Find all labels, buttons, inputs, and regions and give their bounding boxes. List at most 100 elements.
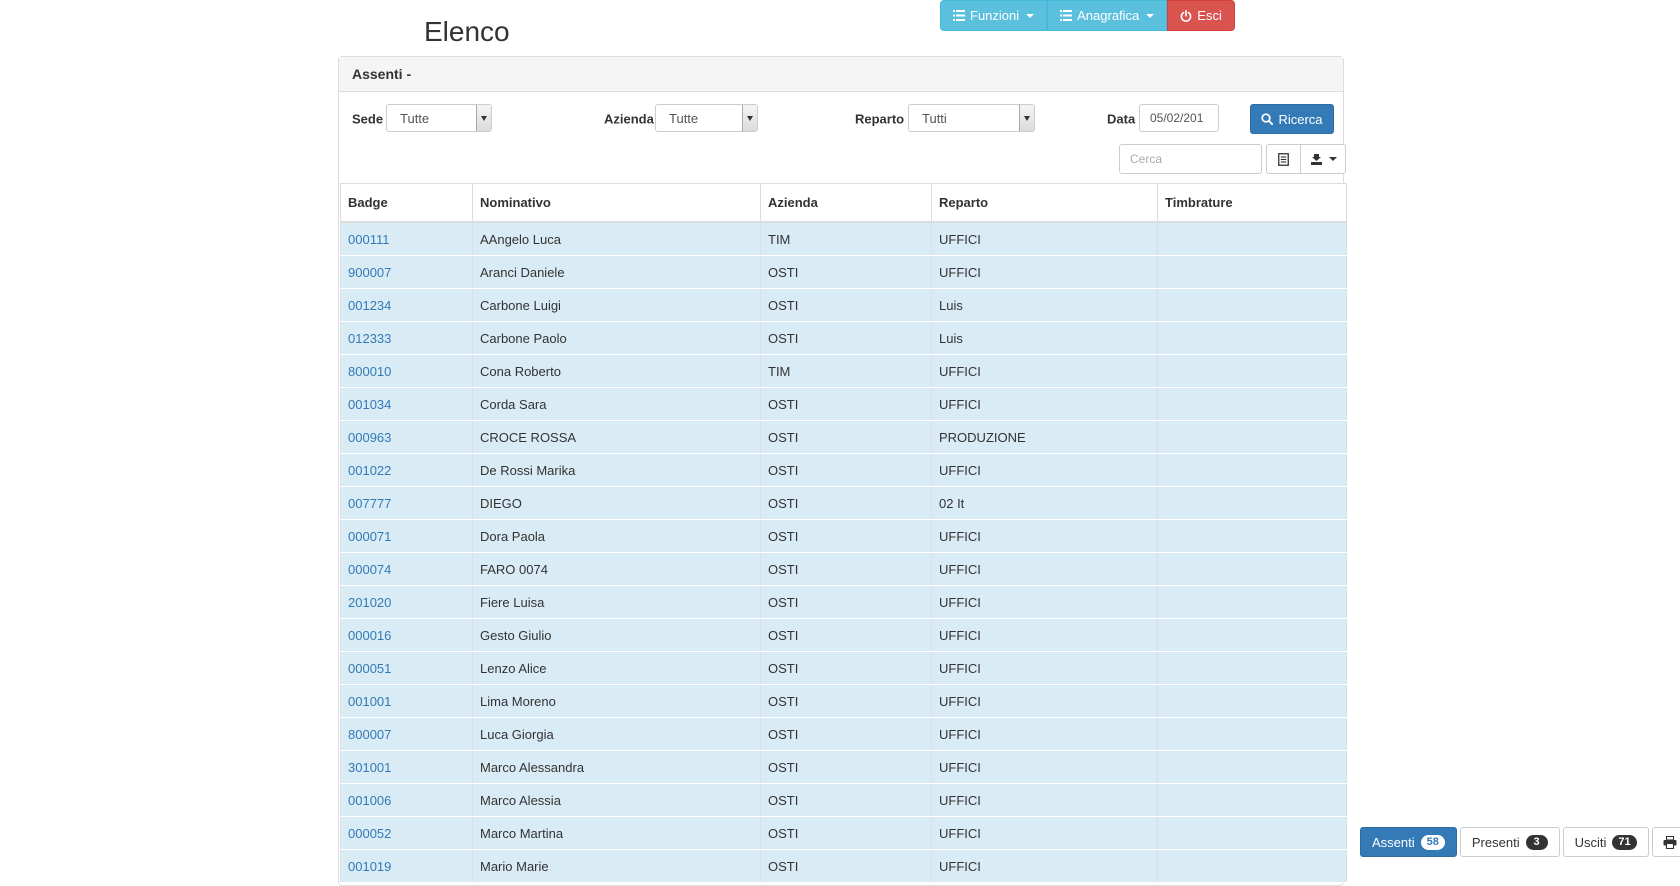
- badge-link[interactable]: 000052: [348, 826, 391, 841]
- sede-label: Sede: [352, 111, 384, 127]
- badge-link[interactable]: 000071: [348, 529, 391, 544]
- badge-link[interactable]: 900007: [348, 265, 391, 280]
- cell-timbrature: [1157, 222, 1347, 256]
- badge-link[interactable]: 012333: [348, 331, 391, 346]
- usciti-tab-button[interactable]: Usciti 71: [1562, 827, 1649, 857]
- table-row[interactable]: 001019 Mario Marie OSTI UFFICI: [340, 849, 1347, 883]
- cell-nominativo: Marco Alessia: [472, 783, 761, 817]
- column-header-azienda[interactable]: Azienda: [760, 183, 932, 223]
- cell-nominativo: Cona Roberto: [472, 354, 761, 388]
- cell-timbrature: [1157, 651, 1347, 685]
- column-header-badge[interactable]: Badge: [340, 183, 473, 223]
- badge-link[interactable]: 001034: [348, 397, 391, 412]
- presenti-tab-button[interactable]: Presenti 3: [1459, 827, 1560, 857]
- column-header-nominativo[interactable]: Nominativo: [472, 183, 761, 223]
- data-input[interactable]: [1139, 104, 1219, 132]
- badge-link[interactable]: 001006: [348, 793, 391, 808]
- assenti-tab-button[interactable]: Assenti 58: [1360, 827, 1457, 857]
- cell-timbrature: [1157, 717, 1347, 751]
- table-row[interactable]: 001001 Lima Moreno OSTI UFFICI: [340, 684, 1347, 718]
- table-row[interactable]: 201020 Fiere Luisa OSTI UFFICI: [340, 585, 1347, 619]
- table-row[interactable]: 001006 Marco Alessia OSTI UFFICI: [340, 783, 1347, 817]
- badge-link[interactable]: 000963: [348, 430, 391, 445]
- table-row[interactable]: 000052 Marco Martina OSTI UFFICI: [340, 816, 1347, 850]
- badge-link[interactable]: 001022: [348, 463, 391, 478]
- azienda-select[interactable]: Tutte: [655, 104, 758, 132]
- cerca-input[interactable]: [1119, 144, 1262, 174]
- bottom-bar: Assenti 58 Presenti 3 Usciti 71: [1360, 827, 1680, 857]
- ricerca-label: Ricerca: [1278, 111, 1323, 127]
- export-button[interactable]: [1301, 144, 1346, 174]
- table-row[interactable]: 800007 Luca Giorgia OSTI UFFICI: [340, 717, 1347, 751]
- data-label: Data: [1107, 111, 1136, 127]
- usciti-count-badge: 71: [1612, 834, 1637, 850]
- cell-badge: 001006: [340, 783, 473, 817]
- cell-reparto: UFFICI: [931, 453, 1158, 487]
- cell-timbrature: [1157, 750, 1347, 784]
- top-nav: Funzioni Anagrafica Esci: [940, 0, 1235, 31]
- badge-link[interactable]: 800010: [348, 364, 391, 379]
- table-row[interactable]: 012333 Carbone Paolo OSTI Luis: [340, 321, 1347, 355]
- cell-nominativo: Marco Martina: [472, 816, 761, 850]
- badge-link[interactable]: 000111: [348, 232, 389, 247]
- cell-nominativo: Luca Giorgia: [472, 717, 761, 751]
- cell-badge: 000016: [340, 618, 473, 652]
- table-row[interactable]: 001034 Corda Sara OSTI UFFICI: [340, 387, 1347, 421]
- cell-timbrature: [1157, 288, 1347, 322]
- azienda-label: Azienda: [604, 111, 654, 127]
- badge-link[interactable]: 000074: [348, 562, 391, 577]
- cell-badge: 000071: [340, 519, 473, 553]
- anagrafica-menu-button[interactable]: Anagrafica: [1047, 0, 1168, 31]
- reparto-select[interactable]: Tutti: [908, 104, 1035, 132]
- table-row[interactable]: 001234 Carbone Luigi OSTI Luis: [340, 288, 1347, 322]
- chevron-down-icon: [1328, 157, 1337, 161]
- cell-badge: 007777: [340, 486, 473, 520]
- cell-nominativo: DIEGO: [472, 486, 761, 520]
- cell-azienda: OSTI: [760, 816, 932, 850]
- esci-button[interactable]: Esci: [1167, 0, 1235, 31]
- cell-badge: 800010: [340, 354, 473, 388]
- table-row[interactable]: 000111 AAngelo Luca TIM UFFICI: [340, 222, 1347, 256]
- columns-button[interactable]: [1266, 144, 1301, 174]
- badge-link[interactable]: 800007: [348, 727, 391, 742]
- cell-timbrature: [1157, 354, 1347, 388]
- cell-reparto: UFFICI: [931, 585, 1158, 619]
- chevron-down-icon: [476, 105, 491, 131]
- column-header-timbrature[interactable]: Timbrature: [1157, 183, 1347, 223]
- cell-timbrature: [1157, 420, 1347, 454]
- table-row[interactable]: 007777 DIEGO OSTI 02 It: [340, 486, 1347, 520]
- cell-nominativo: Carbone Paolo: [472, 321, 761, 355]
- table-row[interactable]: 000051 Lenzo Alice OSTI UFFICI: [340, 651, 1347, 685]
- table-row[interactable]: 000016 Gesto Giulio OSTI UFFICI: [340, 618, 1347, 652]
- sede-select[interactable]: Tutte: [386, 104, 492, 132]
- badge-link[interactable]: 001234: [348, 298, 391, 313]
- cell-azienda: OSTI: [760, 420, 932, 454]
- cell-azienda: OSTI: [760, 684, 932, 718]
- table-row[interactable]: 800010 Cona Roberto TIM UFFICI: [340, 354, 1347, 388]
- print-button[interactable]: [1651, 827, 1680, 857]
- badge-link[interactable]: 301001: [348, 760, 391, 775]
- badge-link[interactable]: 000016: [348, 628, 391, 643]
- ricerca-button[interactable]: Ricerca: [1250, 104, 1334, 134]
- badge-link[interactable]: 007777: [348, 496, 391, 511]
- funzioni-menu-button[interactable]: Funzioni: [940, 0, 1048, 31]
- badge-link[interactable]: 201020: [348, 595, 391, 610]
- column-header-reparto[interactable]: Reparto: [931, 183, 1158, 223]
- table-row[interactable]: 000071 Dora Paola OSTI UFFICI: [340, 519, 1347, 553]
- table-row[interactable]: 000074 FARO 0074 OSTI UFFICI: [340, 552, 1347, 586]
- badge-link[interactable]: 000051: [348, 661, 391, 676]
- badge-link[interactable]: 001001: [348, 694, 391, 709]
- cell-nominativo: Corda Sara: [472, 387, 761, 421]
- cell-nominativo: Mario Marie: [472, 849, 761, 883]
- table-body: 000111 AAngelo Luca TIM UFFICI 900007 Aranci …: [340, 222, 1347, 883]
- print-icon: [1663, 835, 1677, 849]
- table-row[interactable]: 000963 CROCE ROSSA OSTI PRODUZIONE: [340, 420, 1347, 454]
- table-row[interactable]: 001022 De Rossi Marika OSTI UFFICI: [340, 453, 1347, 487]
- cell-azienda: OSTI: [760, 321, 932, 355]
- cell-azienda: TIM: [760, 222, 932, 256]
- reparto-label: Reparto: [855, 111, 905, 127]
- badge-link[interactable]: 001019: [348, 859, 391, 874]
- table-row[interactable]: 301001 Marco Alessandra OSTI UFFICI: [340, 750, 1347, 784]
- table-row[interactable]: 900007 Aranci Daniele OSTI UFFICI: [340, 255, 1347, 289]
- cell-timbrature: [1157, 684, 1347, 718]
